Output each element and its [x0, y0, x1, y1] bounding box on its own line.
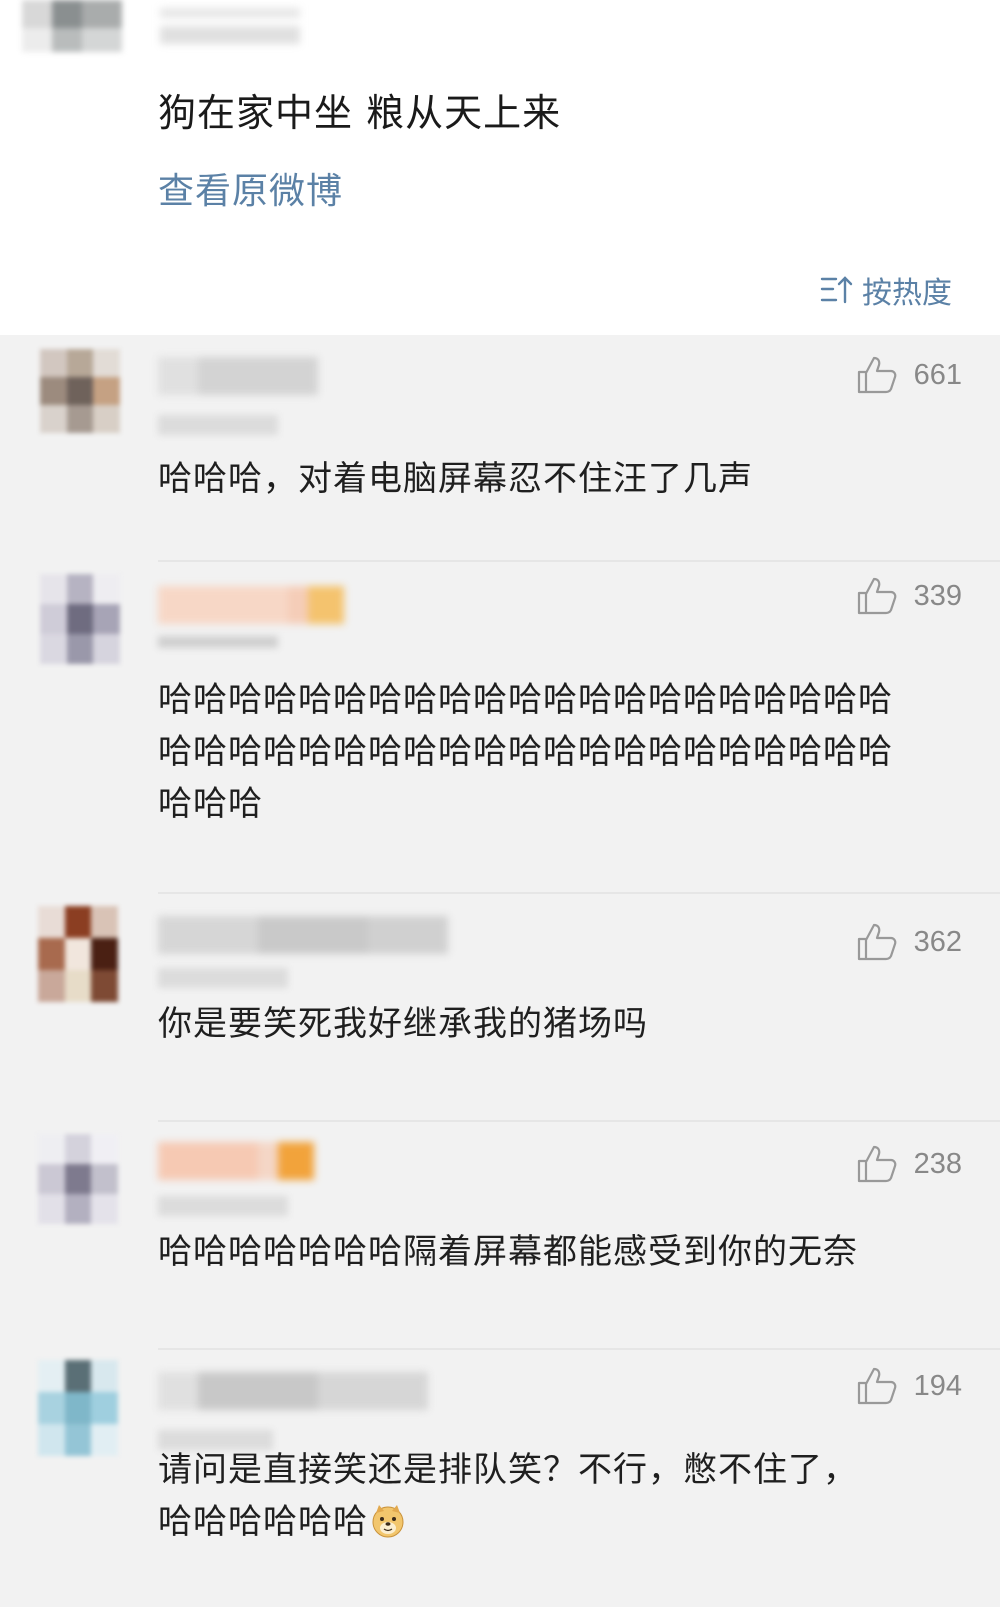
thumbs-up-icon — [857, 1145, 896, 1183]
thumbs-up-icon — [857, 1367, 896, 1405]
like-button[interactable]: 238 — [856, 1144, 962, 1184]
comment-text-line1: 请问是直接笑还是排队笑？不行，憋不住了， — [158, 1450, 858, 1490]
comment-text: 哈哈哈，对着电脑屏幕忍不住汪了几声 — [158, 459, 753, 499]
commenter-name-blurred[interactable] — [158, 1372, 428, 1410]
comment-item: 339 哈哈哈哈哈哈哈哈哈哈哈哈哈哈哈哈哈哈哈哈哈哈哈哈哈哈哈哈哈哈哈哈哈哈哈哈… — [0, 562, 1000, 892]
like-count: 362 — [913, 925, 962, 958]
like-count: 661 — [913, 358, 962, 391]
comment-item: 238 哈哈哈哈哈哈哈隔着屏幕都能感受到你的无奈 — [0, 1122, 1000, 1348]
like-count: 339 — [913, 579, 962, 612]
post-author-avatar-blurred[interactable] — [22, 0, 122, 52]
comment-item: 661 哈哈哈，对着电脑屏幕忍不住汪了几声 — [0, 335, 1000, 550]
like-button[interactable]: 661 — [856, 355, 962, 395]
comment-time-blurred — [158, 415, 278, 435]
post-author-meta-blurred — [160, 8, 310, 48]
commenter-name-blurred[interactable] — [158, 586, 344, 624]
sort-hot-icon — [820, 276, 853, 304]
comment-item: 194 请问是直接笑还是排队笑？不行，憋不住了， 哈哈哈哈哈哈 — [0, 1350, 1000, 1607]
like-button[interactable]: 362 — [856, 922, 962, 962]
doge-emoji-icon — [372, 1505, 404, 1538]
weibo-comments-page: 狗在家中坐 粮从天上来 查看原微博 按热度 661 哈哈哈，对着电脑屏幕忍不住汪… — [0, 0, 1000, 1607]
original-post: 狗在家中坐 粮从天上来 查看原微博 按热度 — [0, 0, 1000, 335]
comment-item: 362 你是要笑死我好继承我的猪场吗 — [0, 894, 1000, 1120]
thumbs-up-icon — [857, 923, 896, 961]
view-original-post-link[interactable]: 查看原微博 — [158, 162, 343, 214]
like-count: 238 — [913, 1147, 962, 1180]
commenter-avatar-blurred[interactable] — [38, 1360, 118, 1456]
commenter-avatar-blurred[interactable] — [40, 349, 120, 433]
like-count: 194 — [913, 1369, 962, 1402]
comment-time-blurred — [158, 1196, 288, 1216]
comment-time-blurred — [158, 968, 288, 988]
commenter-name-blurred[interactable] — [158, 916, 448, 954]
comment-text-line2: 哈哈哈哈哈哈 — [158, 1502, 368, 1542]
thumbs-up-icon — [857, 577, 896, 615]
commenter-name-blurred[interactable] — [158, 1142, 314, 1180]
comment-text: 请问是直接笑还是排队笑？不行，憋不住了， 哈哈哈哈哈哈 — [158, 1444, 918, 1548]
like-button[interactable]: 194 — [856, 1366, 962, 1406]
like-button[interactable]: 339 — [856, 576, 962, 616]
commenter-name-blurred[interactable] — [158, 357, 320, 395]
comment-text: 哈哈哈哈哈哈哈哈哈哈哈哈哈哈哈哈哈哈哈哈哈哈哈哈哈哈哈哈哈哈哈哈哈哈哈哈哈哈哈哈… — [158, 680, 893, 824]
comment-text: 你是要笑死我好继承我的猪场吗 — [158, 1004, 648, 1044]
sort-label: 按热度 — [862, 276, 952, 311]
sort-by-hot-button[interactable]: 按热度 — [820, 268, 952, 312]
comment-text: 哈哈哈哈哈哈哈隔着屏幕都能感受到你的无奈 — [158, 1232, 858, 1272]
commenter-avatar-blurred[interactable] — [38, 1134, 118, 1224]
comment-time-blurred — [158, 636, 278, 648]
post-text: 狗在家中坐 粮从天上来 — [158, 91, 562, 135]
commenter-avatar-blurred[interactable] — [40, 574, 120, 664]
commenter-avatar-blurred[interactable] — [38, 906, 118, 1002]
thumbs-up-icon — [857, 356, 896, 394]
